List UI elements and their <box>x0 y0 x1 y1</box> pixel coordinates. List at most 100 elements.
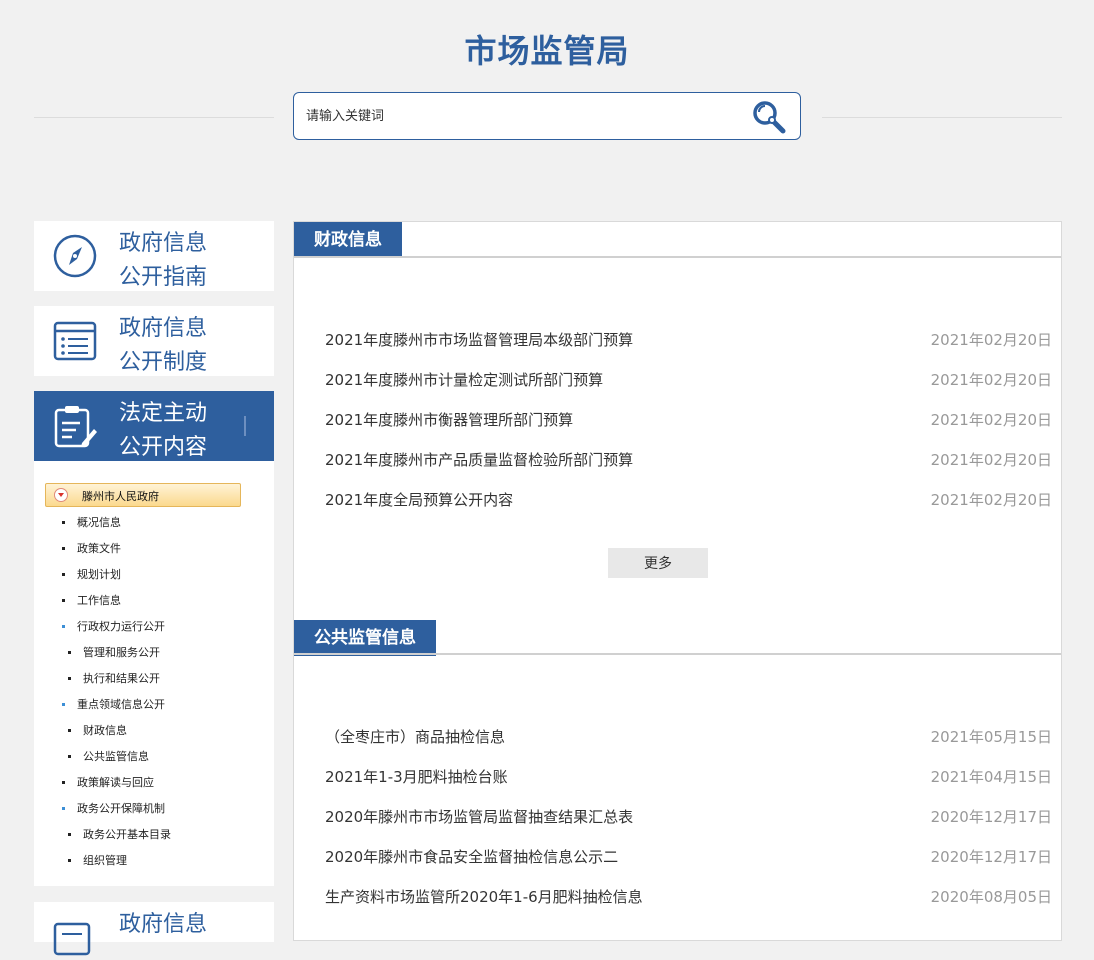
sidebar-card-line2: 公开制度 <box>119 350 208 375</box>
bullet-icon <box>68 650 71 654</box>
tree-item-label: 重点领域信息公开 <box>77 698 165 711</box>
sidebar-card-line1: 政府信息 <box>119 912 208 937</box>
tree-item[interactable]: 行政权力运行公开 <box>62 618 165 634</box>
list-item[interactable]: 2021年1-3月肥料抽检台账 2021年04月15日 <box>325 766 1052 790</box>
tree-item-label: 财政信息 <box>83 724 127 737</box>
list-item[interactable]: 2021年度滕州市产品质量监督检验所部门预算 2021年02月20日 <box>325 449 1052 473</box>
tree-item-label: 政策解读与回应 <box>77 776 154 789</box>
tree-item[interactable]: 政务公开基本目录 <box>68 826 171 842</box>
list-item-date: 2021年02月20日 <box>930 371 1052 389</box>
sidebar-card-annual-report[interactable]: 政府信息 <box>34 902 274 956</box>
bullet-icon <box>62 624 65 628</box>
search-button[interactable] <box>750 98 788 136</box>
tree-item-label: 规划计划 <box>77 568 121 581</box>
bullet-icon <box>62 572 65 576</box>
tree-item[interactable]: 财政信息 <box>68 722 127 738</box>
bullet-icon <box>68 754 71 758</box>
list-item-title: 2021年度滕州市产品质量监督检验所部门预算 <box>325 451 634 469</box>
tree-item[interactable]: 公共监管信息 <box>68 748 149 764</box>
tree-item-label: 行政权力运行公开 <box>77 620 165 633</box>
header-divider-left <box>34 117 274 118</box>
sidebar-card-system[interactable]: 政府信息 公开制度 <box>34 306 274 376</box>
bullet-icon <box>62 598 65 602</box>
bullet-icon <box>62 702 65 706</box>
section-divider <box>294 256 1061 258</box>
list-item-date: 2021年02月20日 <box>930 411 1052 429</box>
search-input[interactable] <box>306 105 736 127</box>
bullet-icon <box>68 676 71 680</box>
list-item-title: 2021年度滕州市计量检定测试所部门预算 <box>325 371 604 389</box>
tree-item-label: 政务公开基本目录 <box>83 828 171 841</box>
search-icon <box>753 101 786 134</box>
bullet-icon <box>62 780 65 784</box>
list-item-title: 2021年度滕州市市场监督管理局本级部门预算 <box>325 331 634 349</box>
sidebar-card-line2: 公开指南 <box>119 265 208 290</box>
section-title-finance: 财政信息 <box>294 222 402 258</box>
list-item-date: 2021年05月15日 <box>930 728 1052 746</box>
list-item-date: 2020年12月17日 <box>930 848 1052 866</box>
list-item[interactable]: （全枣庄市）商品抽检信息 2021年05月15日 <box>325 726 1052 750</box>
tree-item-label: 管理和服务公开 <box>83 646 160 659</box>
bullet-icon <box>62 806 65 810</box>
sidebar-card-line2: 公开内容 <box>119 435 208 460</box>
list-item-date: 2021年04月15日 <box>930 768 1052 786</box>
active-indicator <box>244 416 246 436</box>
list-item-date: 2021年02月20日 <box>930 331 1052 349</box>
tree-item-label: 执行和结果公开 <box>83 672 160 685</box>
list-item-title: 生产资料市场监管所2020年1-6月肥料抽检信息 <box>325 888 643 906</box>
content-panel: 财政信息 2021年度滕州市市场监督管理局本级部门预算 2021年02月20日 … <box>293 221 1062 941</box>
bullet-icon <box>62 520 65 524</box>
list-item[interactable]: 2020年滕州市市场监管局监督抽查结果汇总表 2020年12月17日 <box>325 806 1052 830</box>
list-item[interactable]: 生产资料市场监管所2020年1-6月肥料抽检信息 2020年08月05日 <box>325 886 1052 910</box>
tree-item[interactable]: 规划计划 <box>62 566 121 582</box>
document-icon <box>53 922 91 956</box>
category-tree: 滕州市人民政府 概况信息 政策文件 规划计划 工作信息 行政权力运行公开 管理和… <box>34 461 274 886</box>
list-item[interactable]: 2021年度滕州市衡器管理所部门预算 2021年02月20日 <box>325 409 1052 433</box>
tree-item[interactable]: 政策文件 <box>62 540 121 556</box>
list-item[interactable]: 2021年度滕州市市场监督管理局本级部门预算 2021年02月20日 <box>325 329 1052 353</box>
list-item[interactable]: 2020年滕州市食品安全监督抽检信息公示二 2020年12月17日 <box>325 846 1052 870</box>
tree-item-label: 组织管理 <box>83 854 127 867</box>
list-item-title: 2020年滕州市市场监管局监督抽查结果汇总表 <box>325 808 634 826</box>
tree-root[interactable]: 滕州市人民政府 <box>45 483 241 507</box>
list-item-title: （全枣庄市）商品抽检信息 <box>325 728 506 746</box>
list-item-title: 2021年度全局预算公开内容 <box>325 491 514 509</box>
section-title-supervision: 公共监管信息 <box>294 620 436 656</box>
list-item-title: 2021年1-3月肥料抽检台账 <box>325 768 508 786</box>
sidebar-card-line1: 政府信息 <box>119 316 208 341</box>
sidebar-card-statutory[interactable]: 法定主动 公开内容 <box>34 391 274 461</box>
tree-item[interactable]: 政策解读与回应 <box>62 774 154 790</box>
tree-item[interactable]: 概况信息 <box>62 514 121 530</box>
bullet-icon <box>68 832 71 836</box>
more-button[interactable]: 更多 <box>608 548 708 578</box>
section-divider <box>294 653 1061 655</box>
bullet-icon <box>68 858 71 862</box>
list-document-icon <box>53 321 97 361</box>
list-item-title: 2021年度滕州市衡器管理所部门预算 <box>325 411 574 429</box>
chevron-down-icon <box>54 488 68 502</box>
tree-item-label: 政策文件 <box>77 542 121 555</box>
list-item-date: 2021年02月20日 <box>930 451 1052 469</box>
list-item[interactable]: 2021年度滕州市计量检定测试所部门预算 2021年02月20日 <box>325 369 1052 393</box>
tree-item[interactable]: 组织管理 <box>68 852 127 868</box>
tree-item[interactable]: 政务公开保障机制 <box>62 800 165 816</box>
list-item-title: 2020年滕州市食品安全监督抽检信息公示二 <box>325 848 619 866</box>
tree-item[interactable]: 工作信息 <box>62 592 121 608</box>
header-divider-right <box>822 117 1062 118</box>
sidebar-card-line1: 法定主动 <box>119 401 208 426</box>
compass-icon <box>53 234 97 278</box>
tree-item[interactable]: 管理和服务公开 <box>68 644 160 660</box>
tree-item-label: 概况信息 <box>77 516 121 529</box>
tree-item-label: 政务公开保障机制 <box>77 802 165 815</box>
tree-item[interactable]: 执行和结果公开 <box>68 670 160 686</box>
list-item-date: 2021年02月20日 <box>930 491 1052 509</box>
list-item[interactable]: 2021年度全局预算公开内容 2021年02月20日 <box>325 489 1052 513</box>
tree-item[interactable]: 重点领域信息公开 <box>62 696 165 712</box>
list-item-date: 2020年12月17日 <box>930 808 1052 826</box>
site-title: 市场监管局 <box>464 32 630 70</box>
tree-item-label: 工作信息 <box>77 594 121 607</box>
bullet-icon <box>68 728 71 732</box>
sidebar-card-guide[interactable]: 政府信息 公开指南 <box>34 221 274 291</box>
list-item-date: 2020年08月05日 <box>930 888 1052 906</box>
search-box <box>293 92 801 140</box>
